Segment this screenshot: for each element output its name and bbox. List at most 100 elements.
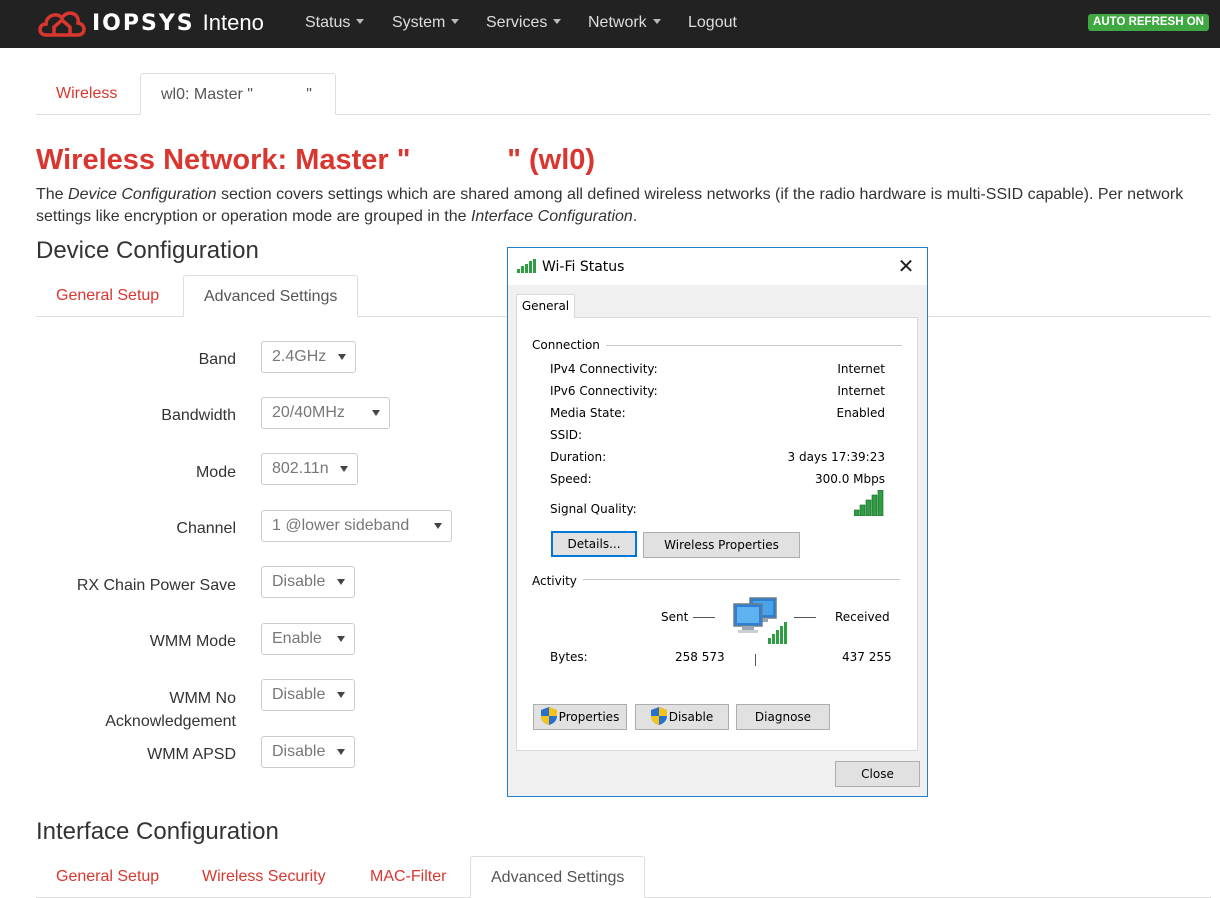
select-value: Disable (272, 743, 326, 760)
duration-label: Duration: (550, 450, 607, 464)
diagnose-button[interactable]: Diagnose (736, 704, 830, 730)
select-value: 1 @lower sideband (272, 517, 410, 534)
nav-services-menu[interactable]: Services (486, 14, 562, 32)
uac-shield-icon (650, 707, 667, 725)
general-panel: Connection IPv4 Connectivity: Internet I… (516, 317, 918, 751)
wmm-mode-label: WMM Mode (149, 633, 236, 650)
brand-iopsys: IOPSYS (92, 10, 195, 36)
interface-config-tabs: General Setup Wireless Security MAC-Filt… (36, 855, 1211, 898)
details-button[interactable]: Details... (551, 531, 637, 557)
top-navbar: IOPSYS Inteno Status System Services Net… (0, 0, 1220, 48)
select-value: Disable (272, 573, 326, 590)
tab-interface-advanced-settings[interactable]: Advanced Settings (470, 856, 646, 898)
select-value: Enable (272, 630, 322, 647)
network-computers-icon (733, 597, 787, 644)
select-arrow-icon (434, 523, 442, 529)
band-select[interactable]: 2.4GHz (261, 341, 356, 373)
ipv4-value: Internet (837, 362, 885, 376)
mode-select[interactable]: 802.11n (261, 453, 358, 485)
button-label: Properties (558, 710, 620, 724)
tab-general[interactable]: General (516, 294, 575, 318)
bandwidth-select[interactable]: 20/40MHz (261, 397, 390, 429)
nav-label: Services (486, 14, 548, 31)
page-description: The Device Configuration section covers … (36, 184, 1214, 228)
group-divider (580, 579, 900, 580)
close-button[interactable]: Close (835, 761, 920, 787)
nav-label: System (392, 14, 446, 31)
wireless-properties-button[interactable]: Wireless Properties (643, 532, 800, 558)
select-value: 20/40MHz (272, 404, 345, 421)
desc-text: The (36, 186, 69, 203)
nav-status-menu[interactable]: Status (305, 14, 365, 32)
bandwidth-label: Bandwidth (161, 407, 236, 424)
select-arrow-icon (338, 354, 346, 360)
wifi-status-dialog: Wi-Fi Status ✕ General Connection IPv4 C… (507, 247, 928, 797)
mode-label: Mode (195, 464, 236, 481)
caret-down-icon (451, 19, 460, 24)
connection-group-label: Connection (532, 338, 606, 352)
channel-select[interactable]: 1 @lower sideband (261, 510, 452, 542)
auto-refresh-toggle[interactable]: AUTO REFRESH ON (1088, 14, 1209, 31)
wmm-apsd-select[interactable]: Disable (261, 736, 355, 768)
tab-interface-general-setup[interactable]: General Setup (36, 856, 179, 898)
nav-logout-link[interactable]: Logout (688, 14, 737, 32)
dialog-title: Wi-Fi Status (542, 259, 625, 275)
tab-device-advanced-settings[interactable]: Advanced Settings (183, 275, 359, 317)
ipv6-label: IPv6 Connectivity: (550, 384, 658, 398)
media-state-label: Media State: (550, 406, 626, 420)
media-state-value: Enabled (836, 406, 886, 420)
dialog-titlebar[interactable]: Wi-Fi Status ✕ (508, 248, 927, 285)
page-tabs: Wireless wl0: Master " " (36, 72, 1211, 115)
brand[interactable]: IOPSYS Inteno (36, 6, 264, 40)
cloud-house-logo-icon (38, 11, 86, 37)
wmm-apsd-label: WMM APSD (147, 746, 236, 763)
wifi-signal-icon (517, 259, 536, 273)
select-arrow-icon (337, 579, 345, 585)
ipv4-label: IPv4 Connectivity: (550, 362, 658, 376)
wmm-no-ack-label: WMM No Acknowledgement (105, 687, 236, 733)
sent-label: Sent (661, 610, 689, 624)
interface-config-heading: Interface Configuration (36, 818, 279, 845)
tab-device-general-setup[interactable]: General Setup (36, 275, 179, 317)
received-line (794, 617, 816, 618)
activity-divider (755, 654, 756, 666)
rx-chain-power-save-label: RX Chain Power Save (76, 577, 236, 594)
tab-wireless[interactable]: Wireless (36, 73, 137, 115)
tab-wireless-security[interactable]: Wireless Security (182, 856, 346, 898)
bytes-sent-value: 258 573 (675, 650, 725, 664)
wmm-mode-select[interactable]: Enable (261, 623, 355, 655)
rx-chain-power-save-select[interactable]: Disable (261, 566, 355, 598)
brand-inteno: Inteno (202, 10, 264, 35)
select-value: 802.11n (272, 460, 329, 477)
properties-button[interactable]: Properties (533, 704, 627, 730)
caret-down-icon (652, 19, 661, 24)
page-title: Wireless Network: Master " " (wl0) (36, 144, 596, 176)
channel-label: Channel (176, 520, 236, 537)
close-icon[interactable]: ✕ (894, 254, 918, 278)
wmm-no-ack-select[interactable]: Disable (261, 679, 355, 711)
nav-label: Status (305, 14, 351, 31)
uac-shield-icon (540, 707, 557, 725)
signal-quality-bars-icon (854, 490, 884, 516)
nav-label: Logout (688, 14, 737, 31)
select-arrow-icon (340, 466, 348, 472)
ipv6-value: Internet (837, 384, 885, 398)
nav-network-menu[interactable]: Network (588, 14, 661, 32)
group-divider (605, 345, 902, 346)
select-arrow-icon (337, 749, 345, 755)
ssid-label: SSID: (550, 428, 583, 442)
duration-value: 3 days 17:39:23 (787, 450, 885, 464)
caret-down-icon (356, 19, 365, 24)
select-value: Disable (272, 686, 326, 703)
device-config-heading: Device Configuration (36, 237, 259, 264)
nav-label: Network (588, 14, 647, 31)
label-line: Acknowledgement (105, 713, 236, 730)
desc-emphasis: Interface Configuration (470, 208, 633, 225)
disable-button[interactable]: Disable (635, 704, 729, 730)
select-arrow-icon (372, 410, 380, 416)
bytes-label: Bytes: (550, 650, 588, 664)
tab-mac-filter[interactable]: MAC-Filter (350, 856, 466, 898)
nav-system-menu[interactable]: System (392, 14, 460, 32)
caret-down-icon (553, 19, 562, 24)
tab-wl0-master[interactable]: wl0: Master " " (140, 73, 336, 115)
